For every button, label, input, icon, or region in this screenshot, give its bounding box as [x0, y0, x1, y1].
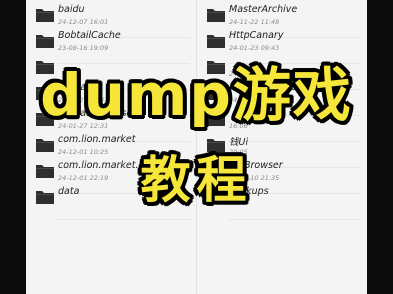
folder-name: HttpCanary — [229, 30, 284, 41]
row-separator — [229, 219, 361, 220]
folder-icon — [206, 137, 226, 153]
folder-name: QQBrowser — [229, 160, 283, 171]
folder-name: data — [58, 186, 80, 197]
video-frame-right — [367, 0, 393, 294]
folder-icon — [206, 163, 226, 179]
folder-icon — [35, 189, 55, 205]
folder-icon — [35, 7, 55, 23]
folder-icon — [206, 59, 226, 75]
folder-row[interactable]: backups — [197, 182, 367, 220]
folder-name: BobtailCache — [58, 30, 121, 41]
folder-icon — [206, 111, 226, 127]
folder-date: 20:05 — [229, 148, 248, 156]
folder-icon — [35, 85, 55, 101]
folder-icon — [35, 59, 55, 75]
folder-date: 24-01-27 12:31 — [229, 96, 280, 104]
folder-date: 24-07-10 21:35 — [229, 174, 280, 182]
folder-row[interactable]: data — [26, 182, 196, 220]
folder-name: com.lion.market.space_ap — [58, 160, 183, 171]
folder-date: 24-01-27 12:31 — [229, 70, 280, 78]
folder-date: 23-08-16 19:09 — [58, 44, 109, 52]
folder-name: MasterArchive — [229, 82, 298, 93]
folder-icon — [35, 137, 55, 153]
folder-icon — [206, 85, 226, 101]
folder-icon — [206, 7, 226, 23]
row-separator — [58, 219, 190, 220]
folder-date: 24-01-27 12:31 — [58, 122, 109, 130]
folder-list-left: baidu 24-12-07 16:01 BobtailCache 23-08-16 … — [26, 0, 196, 294]
folder-name: baidu — [58, 4, 85, 15]
folder-icon — [206, 189, 226, 205]
file-manager-screen: baidu 24-12-07 16:01 BobtailCache 23-08-16 … — [26, 0, 367, 294]
folder-date: 24-01-23 09:43 — [229, 44, 280, 52]
folder-icon — [35, 163, 55, 179]
folder-date: 16:06 — [229, 122, 248, 130]
folder-icon — [35, 111, 55, 127]
video-frame-left — [0, 0, 26, 294]
folder-date: 24-11-22 11:48 — [229, 18, 280, 26]
folder-name: CentauriOversea — [58, 108, 139, 119]
folder-date: 24-12-01 22:19 — [58, 174, 109, 182]
folder-date: 24-12-07 16:01 — [58, 18, 109, 26]
folder-date: 24-01-27 12:31 — [58, 96, 109, 104]
folder-name: com.lion.market — [58, 134, 136, 145]
folder-name: MasterArchive — [229, 4, 298, 15]
folder-date: 24-12-01 10:25 — [58, 148, 109, 156]
folder-name: 钱Ui — [229, 137, 249, 148]
folder-name: Centauri — [58, 82, 99, 93]
folder-list-right: MasterArchive 24-11-22 11:48 HttpCanary 24-… — [197, 0, 367, 294]
folder-icon — [35, 33, 55, 49]
folder-icon — [206, 33, 226, 49]
folder-name: backups — [229, 186, 269, 197]
